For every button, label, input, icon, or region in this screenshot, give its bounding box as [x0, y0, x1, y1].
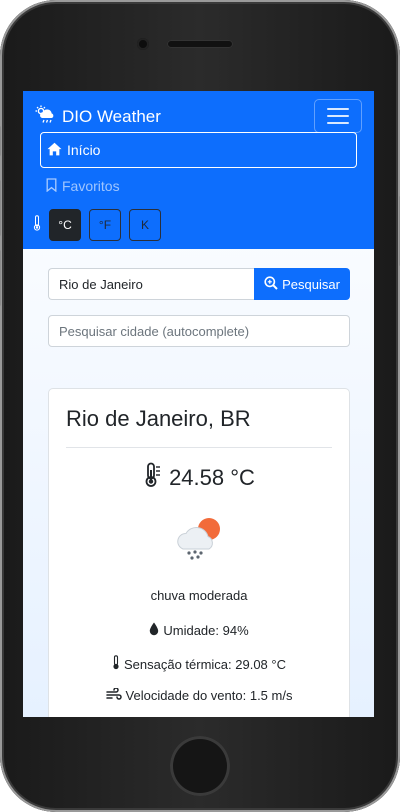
unit-celsius-button[interactable]: °C	[49, 209, 81, 241]
wind-text: Velocidade do vento: 1.5 m/s	[125, 688, 293, 703]
weather-description: chuva moderada	[49, 588, 349, 603]
unit-selector: °C °F K	[33, 209, 161, 241]
screen: DIO Weather Início Favoritos °C °F K Rio…	[23, 91, 374, 717]
feels-like-text: Sensação térmica: 29.08 °C	[123, 656, 286, 672]
volume-down-button	[0, 250, 1, 306]
mute-switch	[0, 126, 1, 156]
wind-row: Velocidade do vento: 1.5 m/s	[49, 687, 349, 703]
earpiece-speaker	[167, 40, 233, 48]
navbar: DIO Weather Início Favoritos °C °F K	[23, 91, 374, 249]
autocomplete-input[interactable]	[48, 315, 350, 347]
bookmark-icon	[46, 177, 57, 195]
thermometer-icon	[112, 655, 120, 673]
brand-link[interactable]: DIO Weather	[35, 105, 161, 128]
weather-card: Rio de Janeiro, BR 24.58 °C chuva modera…	[48, 388, 350, 717]
hamburger-icon-line	[327, 122, 349, 124]
search-form: Pesquisar	[48, 268, 350, 300]
hamburger-icon-line	[327, 108, 349, 110]
unit-kelvin-button[interactable]: K	[129, 209, 161, 241]
card-divider	[66, 447, 332, 448]
search-icon	[264, 275, 278, 293]
home-button[interactable]	[170, 736, 230, 796]
cloud-sun-rain-icon	[173, 515, 227, 561]
nav-item-inicio[interactable]: Início	[40, 132, 357, 168]
feels-like-row: Sensação térmica: 29.08 °C	[49, 655, 349, 673]
brand-name: DIO Weather	[62, 106, 161, 126]
cloud-sun-rain-icon	[35, 105, 57, 128]
phone-frame: DIO Weather Início Favoritos °C °F K Rio…	[0, 0, 400, 812]
navbar-toggler-button[interactable]	[314, 99, 362, 133]
front-camera	[137, 38, 149, 50]
search-button[interactable]: Pesquisar	[254, 268, 350, 300]
search-button-label: Pesquisar	[282, 276, 340, 292]
humidity-row: Umidade: 94%	[49, 622, 349, 639]
city-name: Rio de Janeiro, BR	[66, 406, 251, 431]
droplet-icon	[149, 622, 159, 639]
city-search-input[interactable]	[48, 268, 254, 300]
wind-icon	[105, 687, 122, 703]
nav-item-label: Início	[67, 142, 101, 158]
temperature-value: 24.58 °C	[169, 465, 255, 490]
temperature-row: 24.58 °C	[49, 462, 349, 494]
volume-up-button	[0, 180, 1, 236]
thermometer-icon	[143, 462, 163, 494]
humidity-text: Umidade: 94%	[163, 623, 249, 638]
nav-item-favoritos[interactable]: Favoritos	[40, 168, 357, 204]
unit-fahrenheit-button[interactable]: °F	[89, 209, 121, 241]
hamburger-icon-line	[327, 115, 349, 117]
weather-description-text: chuva moderada	[150, 588, 248, 603]
house-icon	[47, 142, 62, 159]
thermometer-icon	[33, 214, 41, 236]
nav-item-label: Favoritos	[62, 178, 120, 194]
